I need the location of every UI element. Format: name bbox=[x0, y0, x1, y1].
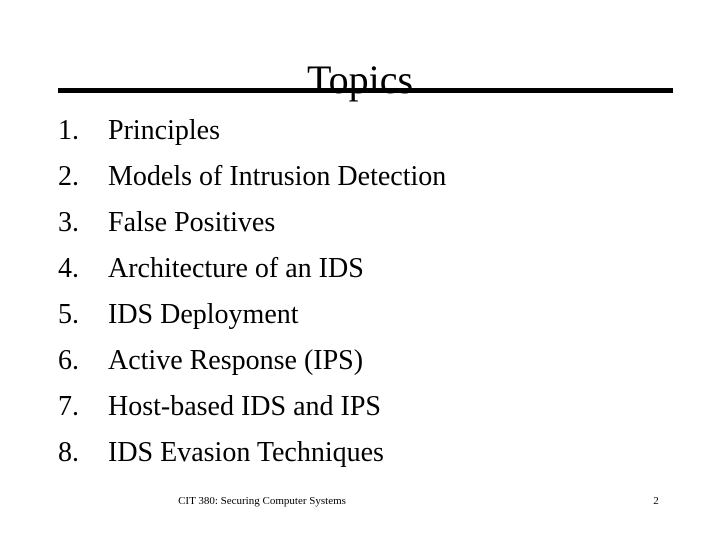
list-item-number: 1. bbox=[58, 115, 79, 146]
list-item-number: 7. bbox=[58, 391, 79, 422]
list-item-number: 3. bbox=[58, 207, 79, 238]
list-item: 6. Active Response (IPS) bbox=[58, 338, 698, 384]
list-item-label: Host-based IDS and IPS bbox=[108, 391, 381, 422]
list-item: 4. Architecture of an IDS bbox=[58, 246, 698, 292]
list-item-number: 8. bbox=[58, 437, 79, 468]
list-item-label: Models of Intrusion Detection bbox=[108, 161, 447, 192]
list-item-label: IDS Evasion Techniques bbox=[108, 437, 384, 468]
list-item: 7. Host-based IDS and IPS bbox=[58, 384, 698, 430]
list-item-number: 5. bbox=[58, 299, 79, 330]
list-item-number: 6. bbox=[58, 345, 79, 376]
list-item-label: IDS Deployment bbox=[108, 299, 299, 330]
list-item-label: Active Response (IPS) bbox=[108, 345, 364, 376]
slide-canvas: Topics 1. Principles 2. Models of Intrusio… bbox=[0, 0, 720, 540]
footer-course-label: CIT 380: Securing Computer Systems bbox=[178, 495, 346, 507]
title-divider bbox=[58, 88, 673, 93]
list-item: 1. Principles bbox=[58, 108, 698, 154]
list-item: 2. Models of Intrusion Detection bbox=[58, 154, 698, 200]
list-item: 5. IDS Deployment bbox=[58, 292, 698, 338]
list-item-label: Architecture of an IDS bbox=[108, 253, 364, 284]
list-item: 3. False Positives bbox=[58, 200, 698, 246]
topics-list: 1. Principles 2. Models of Intrusion Detec… bbox=[58, 108, 698, 476]
list-item-number: 2. bbox=[58, 161, 79, 192]
list-item-label: False Positives bbox=[108, 207, 276, 238]
page-title: Topics bbox=[306, 56, 414, 102]
list-item-number: 4. bbox=[58, 253, 79, 284]
list-item-label: Principles bbox=[108, 115, 220, 146]
footer-page-number: 2 bbox=[653, 495, 659, 507]
list-item: 8. IDS Evasion Techniques bbox=[58, 430, 698, 476]
